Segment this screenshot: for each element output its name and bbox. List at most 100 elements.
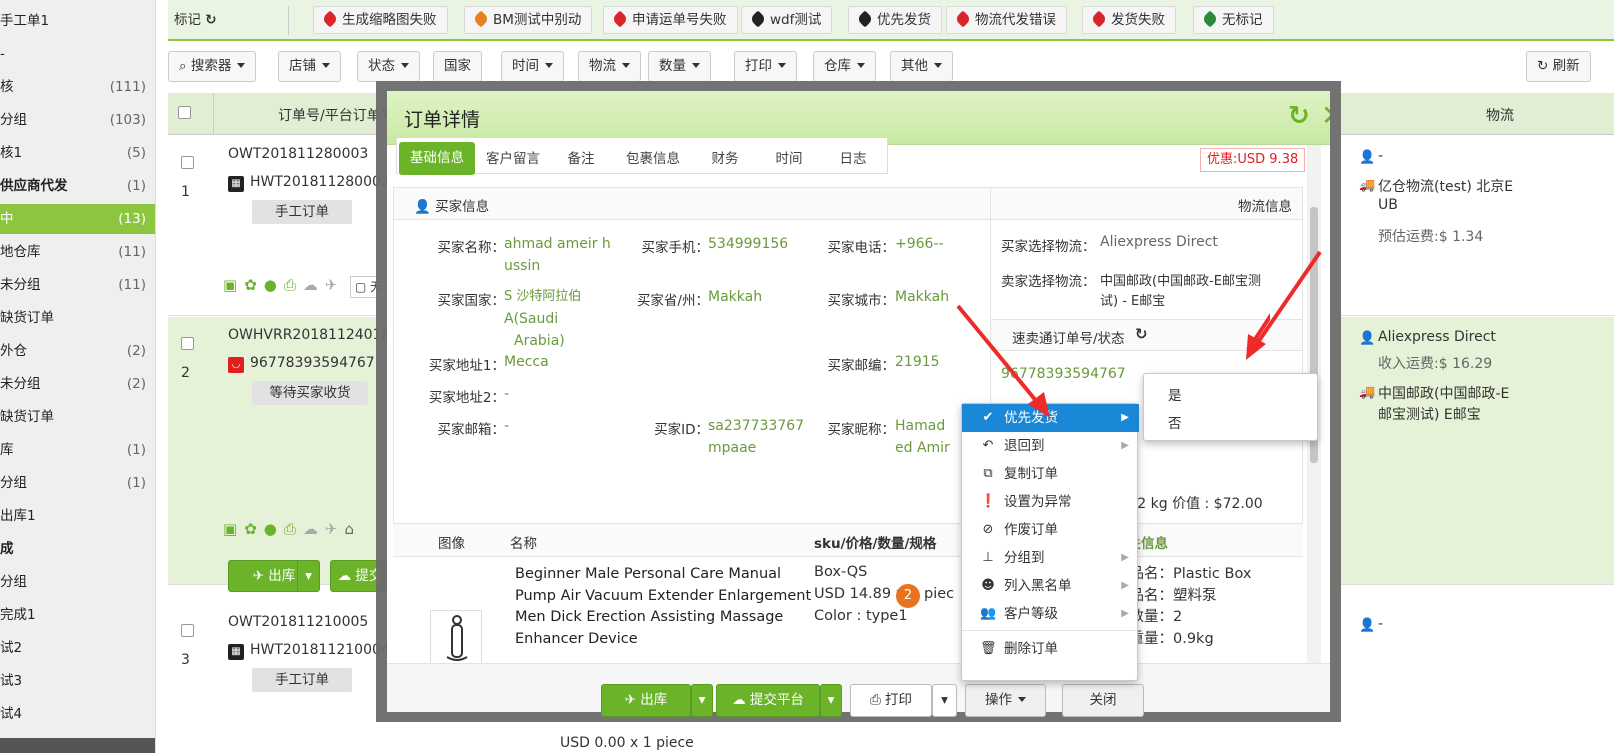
tag-filter[interactable]: 申请运单号失败	[603, 6, 738, 34]
product-name[interactable]: Beginner Male Personal Care Manual Pump …	[515, 564, 811, 650]
filter-dropdown[interactable]: 国家	[433, 51, 482, 82]
location-icon[interactable]: ●	[264, 276, 284, 294]
sidebar-item[interactable]: 地仓库 (11)	[0, 237, 155, 267]
tab-remark[interactable]: 备注	[549, 143, 613, 176]
context-menu-item[interactable]: ⧉ 复制订单	[962, 460, 1139, 488]
tag-filter[interactable]: 物流代发错误	[946, 6, 1067, 34]
filter-dropdown[interactable]: ⌕ 搜索器	[168, 51, 257, 82]
sidebar-item[interactable]: 试3	[0, 666, 155, 696]
plane-icon[interactable]: ✈	[325, 276, 345, 294]
search-icon: ⌕	[179, 58, 191, 74]
location-icon[interactable]: ●	[264, 520, 284, 538]
sidebar-item[interactable]: 试2	[0, 633, 155, 663]
tag-filter[interactable]: 无标记	[1193, 6, 1274, 34]
filter-dropdown[interactable]: 时间	[501, 51, 564, 82]
select-all-checkbox[interactable]	[178, 106, 191, 119]
sidebar-item[interactable]: 分组 (1)	[0, 468, 155, 498]
filter-dropdown[interactable]: 店铺	[278, 51, 341, 82]
sidebar-item[interactable]: 库 (1)	[0, 435, 155, 465]
product-image[interactable]	[430, 610, 482, 664]
sidebar-item[interactable]: 手工单1	[0, 6, 155, 36]
money-icon[interactable]: ▣	[223, 276, 244, 294]
sidebar-item[interactable]: 缺货订单	[0, 303, 155, 333]
sidebar-item[interactable]: 缺货订单	[0, 402, 155, 432]
tab-time[interactable]: 时间	[757, 143, 821, 176]
sidebar-item[interactable]: 未分组 (2)	[0, 369, 155, 399]
tag-filter[interactable]: wdf测试	[741, 6, 833, 34]
cloud-icon[interactable]: ☁	[303, 276, 325, 294]
context-menu-item[interactable]: ☻ 列入黑名单 ▶	[962, 572, 1139, 600]
filter-dropdown[interactable]: 打印	[734, 51, 797, 82]
order-number[interactable]: OWHVRR201811240185	[228, 327, 399, 343]
row-checkbox[interactable]	[181, 624, 194, 637]
manual-order-icon: ▦	[228, 644, 244, 660]
context-menu-item[interactable]: ❗ 设置为异常	[962, 488, 1139, 516]
filter-dropdown[interactable]: 仓库	[813, 51, 876, 82]
filter-dropdown[interactable]: 状态	[357, 51, 420, 82]
mark-filter[interactable]: 标记 ↻	[168, 6, 289, 35]
modal-submit-platform-button[interactable]: ☁ 提交平台	[716, 684, 820, 717]
modal-ship-button[interactable]: ✈ 出库	[601, 684, 691, 717]
order-number[interactable]: OWT201811280003	[228, 146, 368, 162]
tab-log[interactable]: 日志	[821, 143, 885, 176]
gift-icon[interactable]: ✿	[244, 520, 264, 538]
sidebar-footer	[0, 738, 155, 753]
sidebar-item[interactable]: 供应商代发 (1)	[0, 171, 155, 201]
sidebar-item[interactable]: 成	[0, 534, 155, 564]
sidebar-item[interactable]: 中 (13)	[0, 204, 155, 234]
context-menu-item[interactable]: ⊥ 分组到 ▶	[962, 544, 1139, 572]
order-number[interactable]: OWT201811210005	[228, 614, 368, 630]
tag-filter[interactable]: 生成缩略图失败	[313, 6, 448, 34]
filter-dropdown[interactable]: 数量	[648, 51, 711, 82]
sidebar-item[interactable]: 试4	[0, 699, 155, 729]
modal-submit-caret[interactable]: ▾	[820, 684, 842, 717]
tag-filter[interactable]: BM测试中别动	[464, 6, 593, 34]
plane-icon[interactable]: ✈	[325, 520, 345, 538]
tab-basic-info[interactable]: 基础信息	[399, 142, 475, 175]
money-icon[interactable]: ▣	[223, 520, 244, 538]
modal-close-button[interactable]: 关闭	[1062, 684, 1144, 717]
printer-icon[interactable]: ⎙	[284, 276, 303, 294]
sidebar-item[interactable]: -	[0, 39, 155, 69]
modal-ship-caret[interactable]: ▾	[691, 684, 713, 717]
tab-package[interactable]: 包裹信息	[613, 143, 693, 176]
row-action-icons[interactable]: ▣✿●⎙☁✈⌂	[223, 520, 361, 538]
context-menu-item[interactable]: ⊘ 作废订单	[962, 516, 1139, 544]
ship-dropdown-caret[interactable]: ▾	[297, 561, 319, 591]
row-checkbox[interactable]	[181, 337, 194, 350]
row-checkbox[interactable]	[181, 156, 194, 169]
modal-print-caret[interactable]: ▾	[932, 684, 957, 717]
tag-filter[interactable]: 发货失败	[1082, 6, 1176, 34]
context-menu-item[interactable]: 🗑 删除订单	[962, 635, 1139, 663]
filter-dropdown[interactable]: 其他	[890, 51, 953, 82]
modal-operations-button[interactable]: 操作	[965, 684, 1046, 717]
refresh-button[interactable]: ↻ 刷新	[1526, 51, 1591, 82]
row-action-icons[interactable]: ▣✿●⎙☁✈	[223, 276, 344, 294]
filter-dropdown[interactable]: 物流	[578, 51, 641, 82]
sidebar-item[interactable]: 完成1	[0, 600, 155, 630]
tab-customer-message[interactable]: 客户留言	[477, 143, 549, 176]
tab-finance[interactable]: 财务	[693, 143, 757, 176]
context-menu-label: 复制订单	[1004, 466, 1058, 482]
logistics-name-2: UB	[1378, 197, 1398, 213]
sidebar-item[interactable]: 分组	[0, 567, 155, 597]
sidebar-item[interactable]: 核1 (5)	[0, 138, 155, 168]
tag-filter[interactable]: 优先发货	[848, 6, 942, 34]
sidebar-item[interactable]: 未分组 (11)	[0, 270, 155, 300]
context-menu-item[interactable]: 👥 客户等级 ▶	[962, 600, 1139, 628]
close-icon[interactable]: ✕	[1321, 99, 1330, 132]
gift-icon[interactable]: ✿	[244, 276, 264, 294]
printer-icon[interactable]: ⎙	[284, 520, 303, 538]
refresh-icon[interactable]: ↻	[1288, 101, 1310, 131]
cloud-icon[interactable]: ☁	[303, 520, 325, 538]
sidebar-item[interactable]: 出库1	[0, 501, 155, 531]
context-menu-item[interactable]: ↶ 退回到 ▶	[962, 432, 1139, 460]
tag-icon	[856, 10, 874, 28]
logistics-section-header: 物流信息	[991, 188, 1302, 220]
modal-print-button[interactable]: ⎙ 打印	[850, 684, 932, 717]
sidebar-item[interactable]: 分组 (103)	[0, 105, 155, 135]
sidebar-item[interactable]: 外仓 (2)	[0, 336, 155, 366]
home-icon[interactable]: ⌂	[344, 520, 361, 538]
ship-out-button[interactable]: ✈ 出库 ▾	[228, 560, 320, 592]
sidebar-item[interactable]: 核 (111)	[0, 72, 155, 102]
